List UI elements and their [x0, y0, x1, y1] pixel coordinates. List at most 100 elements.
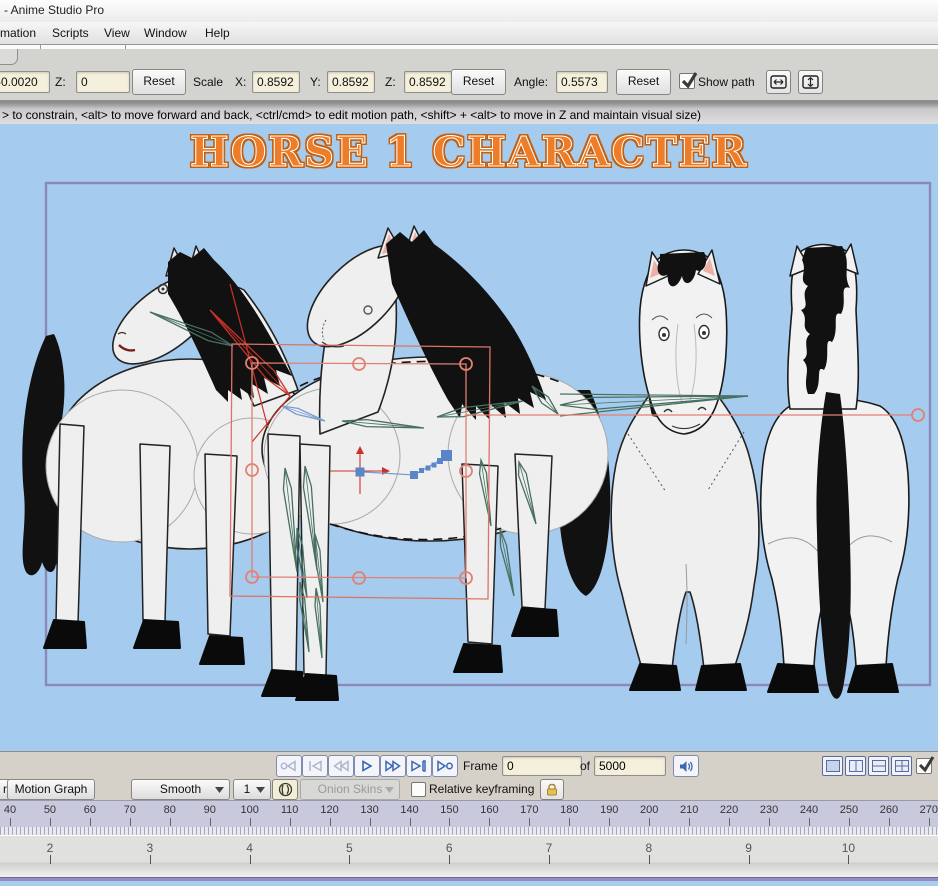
two-vertical-view-button[interactable]	[845, 756, 866, 776]
play-button[interactable]	[354, 755, 380, 777]
seconds-ruler-tick	[349, 855, 351, 864]
relative-keyframing-label: Relative keyframing	[429, 782, 535, 796]
seconds-ruler-tick	[549, 855, 550, 864]
scale-reset-button[interactable]: Reset	[451, 69, 506, 95]
lock-icon	[547, 783, 557, 796]
angle-label: Angle:	[514, 75, 549, 89]
translate-z-input[interactable]	[76, 71, 130, 93]
interpolation-steps-dropdown[interactable]: 1	[233, 779, 271, 800]
seconds-ruler-tick	[648, 855, 650, 864]
frame-ruler-tick	[249, 818, 251, 826]
interpolation-steps-value: 1	[243, 782, 251, 796]
status-hint-text: > to constrain, <alt> to move forward an…	[2, 108, 702, 122]
go-to-end-icon	[437, 760, 453, 772]
horse-front-view[interactable]	[610, 249, 760, 691]
previous-keyframe-icon	[309, 760, 322, 772]
seconds-ruler-label: 5	[346, 841, 353, 855]
total-frames-input[interactable]	[594, 756, 666, 776]
frame-ruler-label: 160	[480, 804, 499, 816]
frame-ruler-label: 220	[719, 804, 739, 816]
two-vertical-view-icon	[848, 760, 863, 772]
audio-mute-button[interactable]	[673, 755, 699, 777]
rewind-to-start-icon	[280, 760, 296, 772]
frame-ruler-tick	[289, 818, 291, 826]
frame-ruler-tick	[569, 818, 571, 826]
frame-ruler-label: 200	[640, 804, 659, 816]
translate-y-input[interactable]	[0, 71, 50, 93]
frame-ruler-label: 90	[203, 804, 216, 816]
single-view-button[interactable]	[822, 756, 843, 776]
translate-reset-button[interactable]: Reset	[132, 69, 186, 95]
timeline-frame-ruler[interactable]: 40 50 60 70 80 90 100 110 120 130 140 150 160 170 180 1…	[0, 800, 938, 836]
step-back-button[interactable]	[328, 755, 354, 777]
lock-keyframes-button[interactable]	[540, 779, 564, 800]
scale-z-label: Z:	[385, 75, 396, 89]
seconds-ruler-label: 2	[46, 841, 54, 855]
menu-animation[interactable]: mation	[0, 26, 36, 40]
flip-vertical-icon	[802, 75, 819, 89]
horse-back-view[interactable]	[759, 243, 910, 699]
menu-view[interactable]: View	[104, 26, 130, 40]
frame-ruler-tick	[409, 818, 411, 826]
window-title: - Anime Studio Pro	[4, 3, 105, 17]
go-to-end-button[interactable]	[432, 755, 458, 777]
toolbar-tab-notch	[0, 49, 18, 65]
seconds-ruler-tick	[149, 855, 151, 864]
seconds-ruler-label: 4	[246, 841, 253, 855]
quad-view-button[interactable]	[891, 756, 912, 776]
frame-ruler-label: 230	[759, 804, 779, 816]
seconds-ruler-tick	[449, 855, 451, 864]
timeline-tools-row: r Motion Graph Smooth 1 Onion Skins Rela…	[0, 778, 938, 800]
rewind-to-start-button[interactable]	[276, 755, 302, 777]
single-view-icon	[825, 760, 840, 772]
scale-x-input[interactable]	[252, 71, 300, 93]
fast-forward-button[interactable]	[380, 755, 406, 777]
show-path-checkbox[interactable]	[679, 72, 698, 89]
frame-ruler-tick	[649, 818, 651, 826]
scale-y-input[interactable]	[327, 71, 375, 93]
interpolation-value: Smooth	[159, 782, 202, 796]
motion-graph-tab-button[interactable]: Motion Graph	[7, 779, 95, 800]
timeline-seconds-ruler[interactable]: 2 3 4 5 6 7 8 9 10	[0, 835, 938, 878]
menu-scripts[interactable]: Scripts	[52, 26, 89, 40]
relative-keyframing-checkbox[interactable]	[411, 782, 426, 797]
angle-reset-button[interactable]: Reset	[616, 69, 671, 95]
menu-help[interactable]: Help	[205, 26, 230, 40]
frame-ruler-tick	[489, 818, 491, 826]
frame-input[interactable]	[502, 756, 582, 776]
frame-ruler-tick	[729, 818, 731, 826]
frame-ruler-label: 170	[520, 804, 539, 816]
frame-ruler-label: 110	[280, 804, 299, 816]
flip-vertical-button[interactable]	[798, 70, 823, 94]
menu-window[interactable]: Window	[144, 26, 187, 40]
onion-skin-toggle-button[interactable]	[272, 779, 298, 800]
scale-z-input[interactable]	[404, 71, 452, 93]
step-to-end-icon	[411, 760, 426, 772]
angle-input[interactable]	[556, 71, 608, 93]
flip-horizontal-button[interactable]	[766, 70, 791, 94]
horse-c-chest	[610, 393, 760, 670]
frame-label: Frame	[463, 759, 498, 773]
frame-ruler-label: 150	[440, 804, 459, 816]
frame-ruler-tick	[769, 818, 771, 826]
frame-ruler-label: 40	[3, 804, 17, 816]
step-to-end-button[interactable]	[406, 755, 432, 777]
menu-bar: mation Scripts View Window Help	[0, 22, 938, 45]
chevron-down-icon	[385, 787, 394, 793]
flip-horizontal-icon	[770, 75, 787, 89]
frame-ruler-label: 130	[360, 804, 379, 816]
interpolation-dropdown[interactable]: Smooth	[131, 779, 230, 800]
enable-drawing-tools-checkbox[interactable]	[916, 756, 935, 774]
quad-view-icon	[894, 760, 909, 772]
bone-axis	[499, 528, 515, 597]
two-horizontal-view-button[interactable]	[868, 756, 889, 776]
scale-y-label: Y:	[310, 75, 321, 89]
previous-keyframe-button[interactable]	[302, 755, 328, 777]
onion-skins-dropdown: Onion Skins	[300, 779, 400, 800]
status-bar: > to constrain, <alt> to move forward an…	[0, 100, 938, 124]
fast-forward-icon	[385, 760, 401, 772]
window-titlebar: - Anime Studio Pro	[0, 0, 938, 22]
document-canvas[interactable]: HORSE 1 CHARACTER	[0, 124, 938, 751]
of-label: of	[580, 759, 591, 773]
frame-ruler-tick	[809, 818, 810, 826]
